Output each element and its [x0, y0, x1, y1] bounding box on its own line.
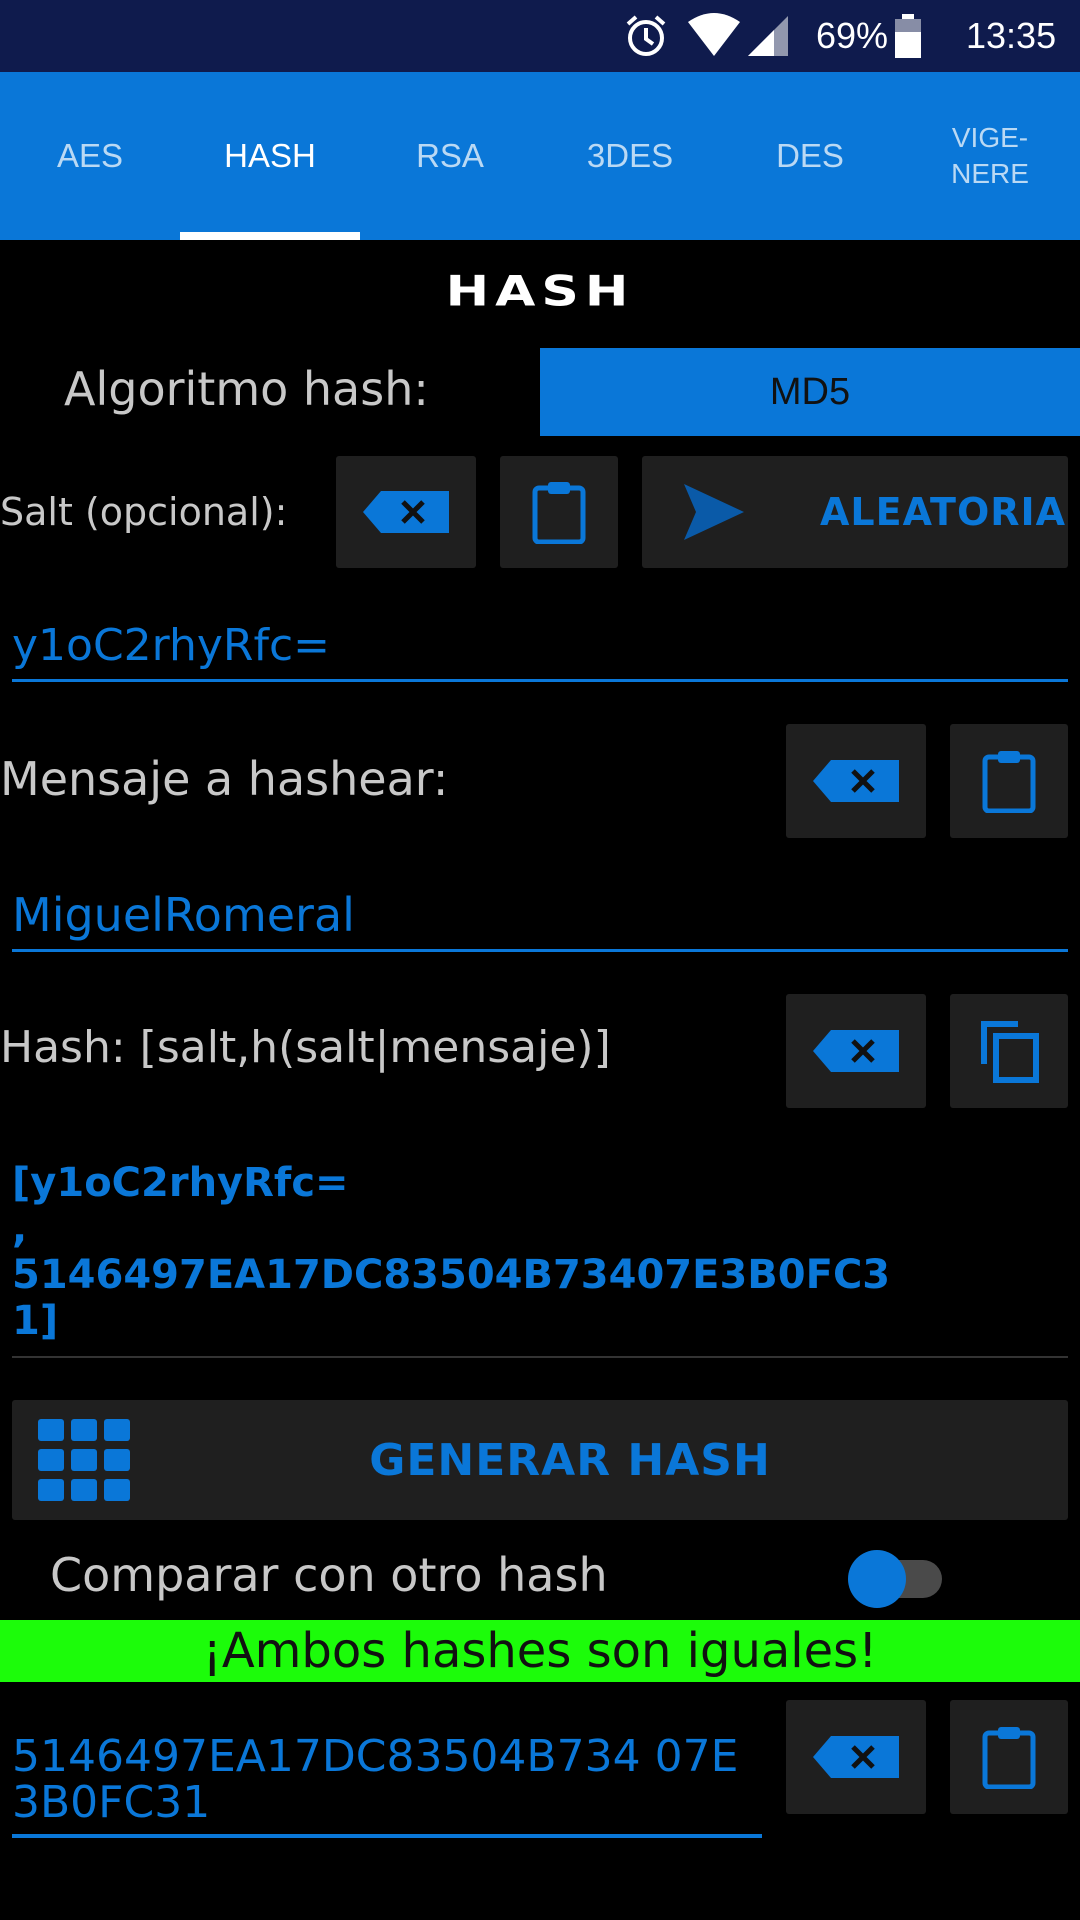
hash-output-divider: [12, 1356, 1068, 1358]
compare-toggle[interactable]: [848, 1550, 906, 1608]
salt-label: Salt (opcional):: [0, 490, 288, 534]
tab-vigenere[interactable]: VIGE- NERE: [900, 72, 1080, 240]
cell-signal-icon: [744, 0, 790, 72]
tab-bar: AES HASH RSA 3DES DES VIGE- NERE: [0, 72, 1080, 240]
keypad-icon: [38, 1419, 130, 1501]
message-label: Mensaje a hashear:: [0, 752, 449, 806]
backspace-icon: [363, 491, 449, 533]
active-tab-indicator: [180, 232, 360, 240]
algorithm-label: Algoritmo hash:: [64, 362, 429, 416]
tab-3des[interactable]: 3DES: [540, 72, 720, 240]
tab-des[interactable]: DES: [720, 72, 900, 240]
copy-icon: [981, 1021, 1039, 1083]
clear-hash-button[interactable]: [786, 994, 926, 1108]
salt-input[interactable]: y1oC2rhyRfc=: [12, 620, 1068, 682]
random-button-label: ALEATORIA: [820, 490, 1067, 534]
tab-rsa[interactable]: RSA: [360, 72, 540, 240]
battery-icon: [893, 0, 923, 72]
clipboard-icon: [532, 482, 586, 544]
clipboard-icon: [982, 751, 1036, 813]
clear-salt-button[interactable]: [336, 456, 476, 568]
clipboard-icon: [982, 1727, 1036, 1789]
status-bar: 69% 13:35: [0, 0, 1080, 72]
battery-label: 69%: [816, 15, 889, 56]
compare-hash-input[interactable]: 5146497EA17DC83504B734 07E3B0FC31: [12, 1726, 762, 1838]
wifi-icon: [686, 0, 742, 72]
hash-label: Hash: [salt,h(salt|mensaje)]: [0, 1022, 611, 1073]
paste-salt-button[interactable]: [500, 456, 618, 568]
generate-hash-button[interactable]: GENERAR HASH: [12, 1400, 1068, 1520]
tab-aes[interactable]: AES: [0, 72, 180, 240]
send-arrow-icon: [684, 484, 744, 540]
copy-hash-button[interactable]: [950, 994, 1068, 1108]
paste-compare-button[interactable]: [950, 1700, 1068, 1814]
backspace-icon: [813, 760, 899, 802]
clock: 13:35: [966, 15, 1057, 56]
clear-compare-button[interactable]: [786, 1700, 926, 1814]
success-banner: ¡Ambos hashes son iguales!: [0, 1620, 1080, 1682]
backspace-icon: [813, 1030, 899, 1072]
clear-message-button[interactable]: [786, 724, 926, 838]
message-input[interactable]: MiguelRomeral: [12, 888, 1068, 952]
generate-button-label: GENERAR HASH: [369, 1434, 771, 1486]
algorithm-select[interactable]: MD5: [540, 348, 1080, 436]
tab-hash[interactable]: HASH: [180, 72, 360, 240]
compare-label: Comparar con otro hash: [50, 1548, 608, 1602]
alarm-icon: [622, 0, 670, 72]
random-salt-button[interactable]: ALEATORIA: [642, 456, 1068, 568]
hash-output: [y1oC2rhyRfc= , 5146497EA17DC83504B73407…: [12, 1160, 1072, 1350]
backspace-icon: [813, 1736, 899, 1778]
page-title: HASH: [445, 268, 635, 316]
hash-output-text: [y1oC2rhyRfc= , 5146497EA17DC83504B73407…: [12, 1160, 891, 1344]
paste-message-button[interactable]: [950, 724, 1068, 838]
